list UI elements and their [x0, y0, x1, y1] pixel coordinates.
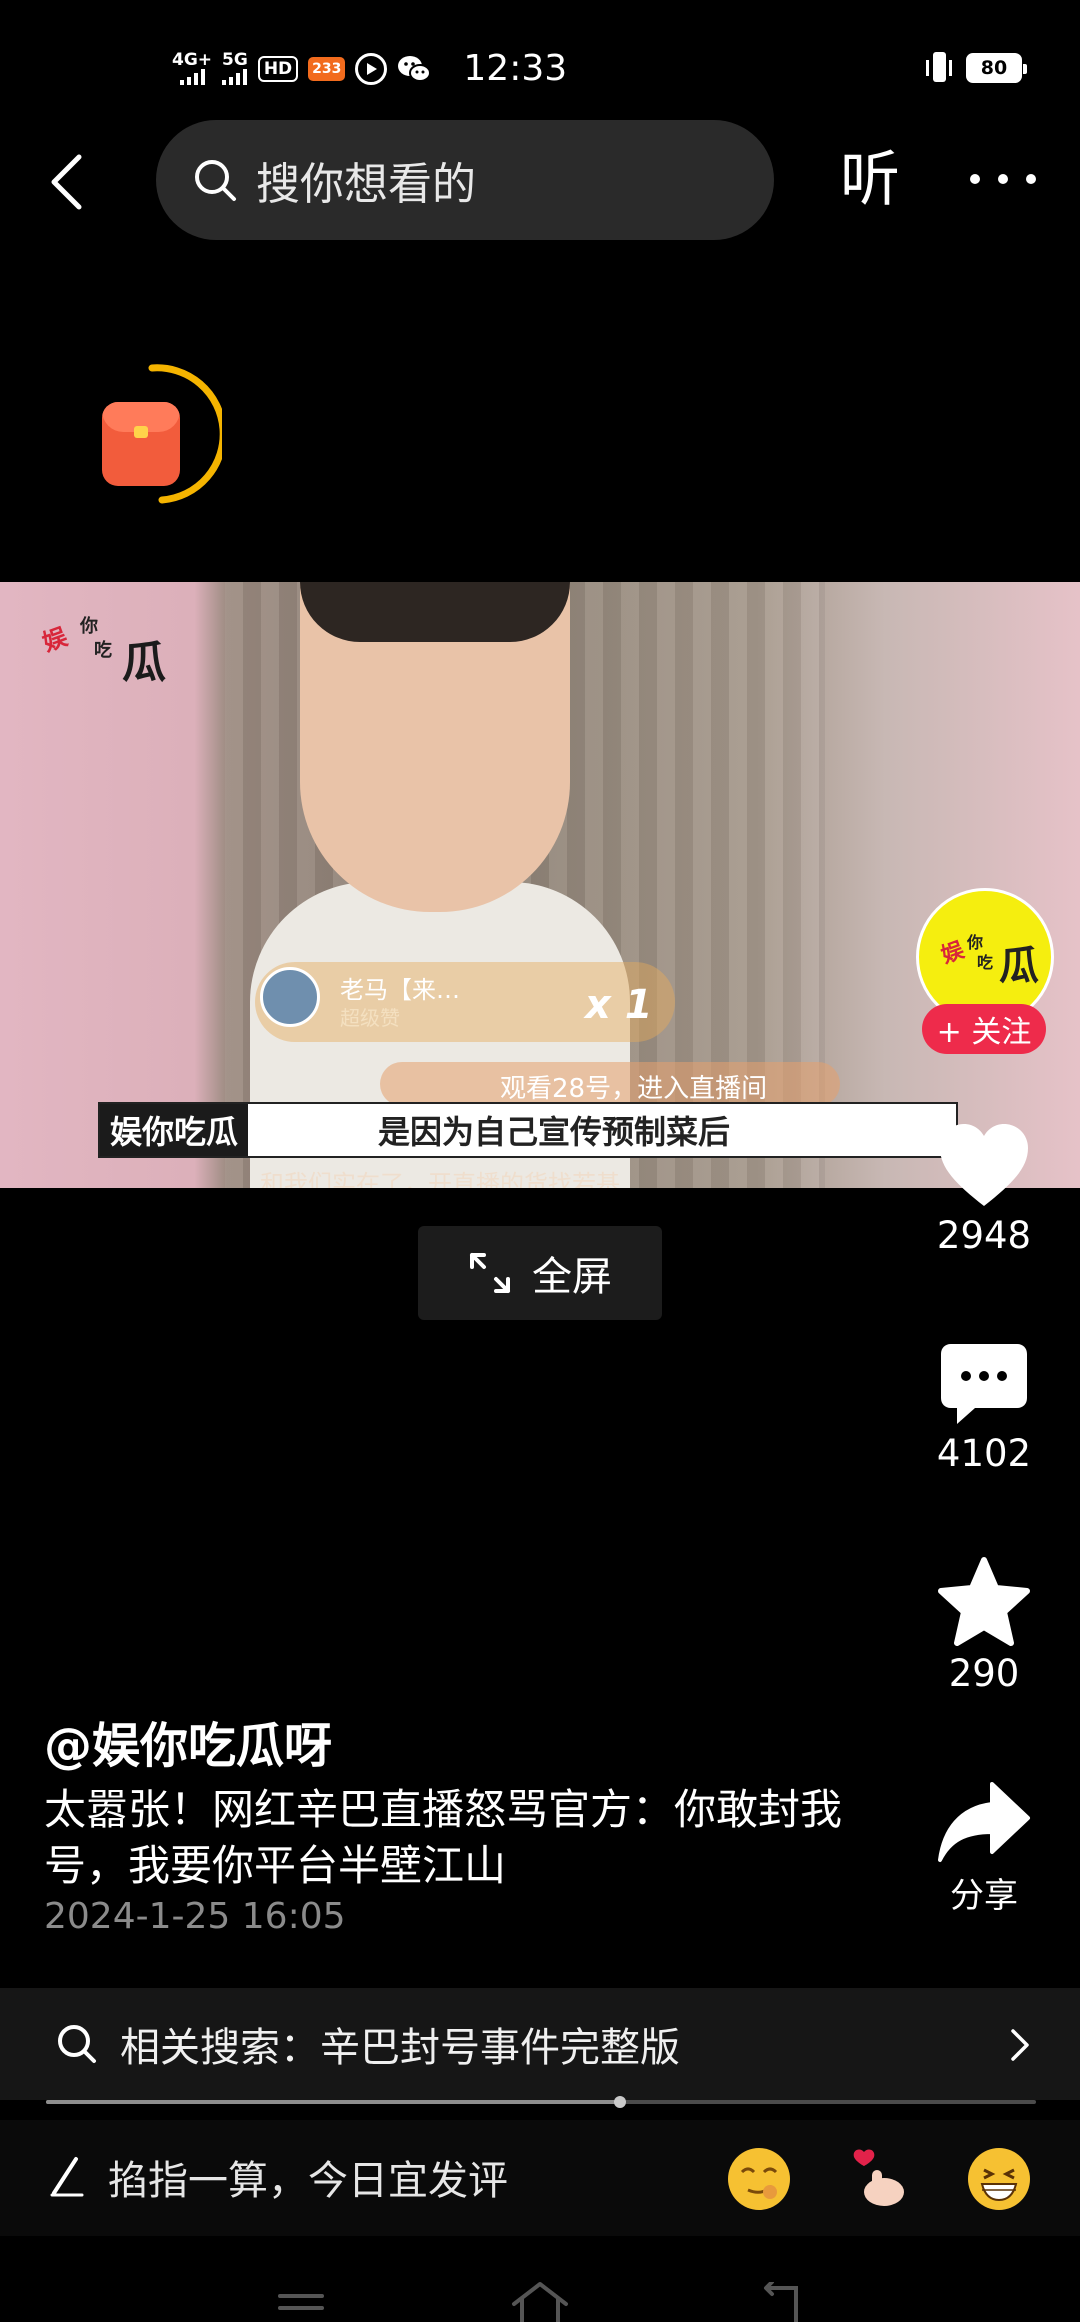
network-type-2: 5G: [222, 50, 248, 70]
video-caption: 太嚣张！网红辛巴直播怒骂官方：你敢封我号，我要你平台半壁江山: [44, 1785, 843, 1890]
progress-fill: [46, 2100, 621, 2104]
status-bar-left: 4G+ 5G HD 233 12:33: [172, 48, 567, 89]
top-nav: 搜你想看的 听: [0, 120, 1080, 242]
comment-count: 4102: [936, 1432, 1032, 1475]
grin-emoji-icon[interactable]: [968, 2148, 1030, 2210]
share-button[interactable]: 分享: [914, 1780, 1054, 1917]
battery-icon: 80: [966, 53, 1027, 83]
wechat-icon: [398, 55, 432, 82]
fullscreen-label: 全屏: [532, 1254, 612, 1300]
follow-button[interactable]: + 关注: [922, 1004, 1046, 1054]
subtitle-text: 是因为自己宣传预制菜后: [378, 1113, 731, 1151]
search-placeholder: 搜你想看的: [256, 159, 476, 210]
favorite-count: 290: [948, 1652, 1020, 1695]
fullscreen-button[interactable]: 全屏: [418, 1226, 662, 1320]
overlay-multiplier: x 1: [585, 982, 653, 1028]
network-type-1: 4G+: [172, 50, 213, 70]
red-envelope-icon: [102, 402, 180, 486]
chevron-right-icon: [1011, 2029, 1029, 2061]
subtitle-tag: 娱你吃瓜: [100, 1104, 249, 1156]
signal-4g-icon: 4G+: [172, 52, 212, 85]
hd-badge: HD: [257, 55, 299, 82]
back-nav-icon[interactable]: [756, 2282, 804, 2322]
comment-icon: [941, 1344, 1027, 1424]
more-icon: [970, 174, 980, 184]
favorite-button[interactable]: 290: [914, 1556, 1054, 1695]
overlay-bottom-text: 和我们实在了，开直播的货找若基: [260, 1170, 620, 1188]
chevron-left-icon: [51, 154, 82, 210]
more-button[interactable]: [970, 164, 1036, 194]
overlay-user-name: 老马【来…: [340, 976, 460, 1004]
expand-icon: [470, 1253, 510, 1293]
search-icon: [195, 160, 236, 201]
finger-heart-emoji-icon[interactable]: [848, 2148, 910, 2210]
play-notification-icon: [355, 52, 388, 85]
related-search-bar[interactable]: 相关搜索：辛巴封号事件完整版: [0, 1988, 1080, 2100]
share-label: 分享: [950, 1876, 1018, 1916]
comment-bar: 掐指一算，今日宜发评: [0, 2120, 1080, 2236]
menu-icon[interactable]: [278, 2292, 324, 2322]
search-input[interactable]: 搜你想看的: [156, 120, 774, 240]
video-subtitle-bar: 娱你吃瓜 是因为自己宣传预制菜后: [98, 1102, 958, 1158]
listen-button[interactable]: 听: [840, 142, 900, 218]
share-icon: [938, 1782, 1030, 1862]
overlay-user-sub: 超级赞: [340, 1006, 400, 1030]
star-icon: [938, 1557, 1030, 1646]
related-search-text: 相关搜索：辛巴封号事件完整版: [120, 2025, 680, 2071]
comment-placeholder: 掐指一算，今日宜发评: [108, 2158, 508, 2204]
progress-scrubber[interactable]: [614, 2096, 627, 2108]
vibrate-icon: [926, 50, 952, 86]
app-badge: 233: [308, 56, 346, 81]
smirk-emoji-icon[interactable]: [728, 2148, 790, 2210]
overlay-banner-text: 观看28号，进入直播间: [500, 1074, 768, 1104]
video-player[interactable]: 娱 你 吃 瓜 老马【来… 超级赞 x 1 观看28号，进入直播间 娱你吃瓜 是…: [0, 582, 1080, 1188]
system-nav-bar: [0, 2270, 1080, 2322]
author-handle[interactable]: @娱你吃瓜呀: [44, 1706, 332, 1776]
status-bar: 4G+ 5G HD 233 12:33 80: [0, 0, 1080, 120]
heart-icon: [940, 1124, 1028, 1206]
comment-input[interactable]: 掐指一算，今日宜发评: [46, 2148, 508, 2206]
overlay-avatar: [260, 967, 320, 1027]
video-progress-bar[interactable]: [46, 2096, 1036, 2108]
red-packet-widget[interactable]: [92, 360, 222, 520]
comment-button[interactable]: 4102: [914, 1342, 1054, 1475]
like-button[interactable]: 2948: [914, 1122, 1054, 1257]
post-timestamp: 2024-1-25 16:05: [44, 1896, 346, 1937]
like-count: 2948: [936, 1214, 1032, 1257]
search-icon: [58, 2025, 96, 2063]
pen-icon: [50, 2157, 84, 2197]
watermark-logo: 娱 你 吃 瓜: [38, 616, 166, 688]
home-icon[interactable]: [510, 2280, 570, 2322]
status-bar-right: 80: [926, 50, 1027, 86]
back-button[interactable]: [40, 152, 92, 212]
signal-5g-icon: 5G: [222, 52, 248, 85]
clock: 12:33: [463, 48, 568, 89]
